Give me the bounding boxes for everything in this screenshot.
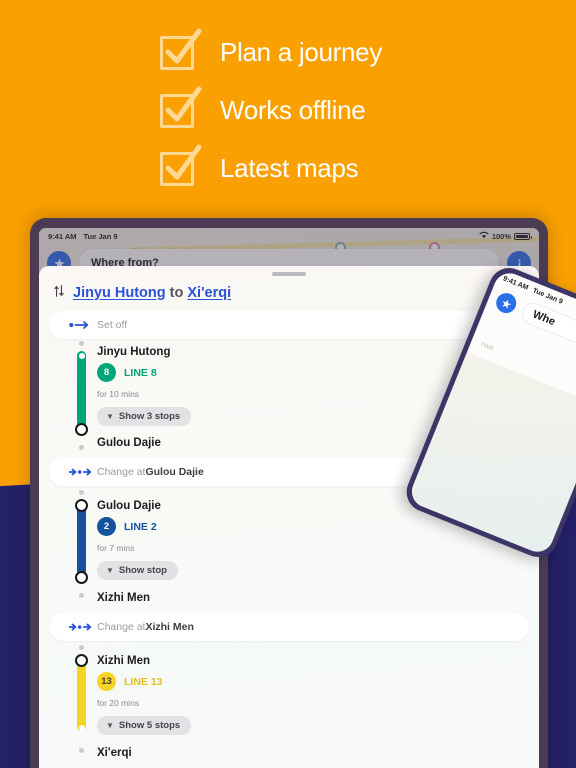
phone-search-input[interactable]: Whe — [518, 299, 576, 365]
swap-vertical-icon[interactable] — [53, 284, 65, 301]
show-stops-label: Show 3 stops — [118, 411, 181, 422]
leg-rail-cap — [78, 353, 85, 359]
chevron-down-icon: ▼ — [106, 412, 114, 421]
change-arrows-icon — [69, 622, 95, 632]
line-badge: 2 — [97, 517, 116, 536]
show-stops-label: Show 5 stops — [118, 720, 181, 731]
depart-label: Set off — [97, 319, 128, 331]
show-stops-button[interactable]: ▼ Show 3 stops — [97, 407, 192, 426]
depart-arrow-icon — [69, 320, 91, 330]
change-station: Xizhi Men — [145, 621, 194, 633]
feature-label: Plan a journey — [220, 36, 383, 67]
show-stops-button[interactable]: ▼ Show stop — [97, 561, 178, 580]
change-station: Gulou Dajie — [145, 466, 204, 478]
leg-start-marker — [75, 654, 88, 667]
line-name: LINE 8 — [124, 366, 157, 379]
leg-rail-cap — [78, 725, 85, 731]
feature-item: Works offline — [158, 86, 418, 132]
chevron-down-icon: ▼ — [106, 721, 114, 730]
change-prefix: Change at — [97, 466, 146, 478]
depart-row[interactable]: Set off — [49, 311, 529, 339]
show-stops-button[interactable]: ▼ Show 5 stops — [97, 716, 192, 735]
phone-map-label: nwa — [479, 340, 495, 353]
leg-guide-dot — [79, 593, 84, 598]
leg-line-row: 13 LINE 13 — [97, 672, 529, 691]
feature-checklist: Plan a journey Works offline Latest maps — [0, 28, 576, 190]
leg-destination-station: Xizhi Men — [97, 592, 151, 604]
leg-duration: for 20 mins — [97, 698, 140, 708]
leg-guide-dot — [79, 445, 84, 450]
change-prefix: Change at — [97, 621, 146, 633]
leg-end-marker — [75, 571, 88, 584]
journey-leg: Xizhi Men 13 LINE 13 for 20 mins ▼ Show … — [49, 641, 529, 760]
line-badge: 8 — [97, 363, 116, 382]
checkbox-checked-icon — [158, 28, 202, 74]
phone-status-time: 9:41 AM — [501, 275, 530, 292]
show-stops-label: Show stop — [118, 565, 167, 576]
leg-guide-dot — [79, 748, 84, 753]
route-origin-link[interactable]: Jinyu Hutong — [73, 285, 166, 301]
checkbox-checked-icon — [158, 144, 202, 190]
line-name: LINE 2 — [124, 520, 157, 533]
chevron-down-icon: ▼ — [106, 566, 114, 575]
leg-origin-station: Xizhi Men — [97, 655, 151, 667]
checkbox-checked-icon — [158, 86, 202, 132]
route-connector: to — [165, 284, 188, 301]
line-name: LINE 13 — [124, 675, 163, 688]
route-header: Jinyu Hutong to Xi'erqi — [39, 276, 539, 301]
promo-screenshot: Plan a journey Works offline Latest maps — [0, 0, 576, 768]
leg-end-marker — [75, 423, 88, 436]
feature-label: Latest maps — [220, 152, 359, 183]
locate-icon[interactable] — [493, 290, 520, 317]
line-badge: 13 — [97, 672, 116, 691]
leg-start-marker — [75, 499, 88, 512]
route-destination-link[interactable]: Xi'erqi — [187, 285, 231, 301]
change-arrows-icon — [69, 467, 95, 477]
leg-destination-station: Xi'erqi — [97, 747, 132, 759]
feature-item: Plan a journey — [158, 28, 418, 74]
change-row[interactable]: Change at Xizhi Men — [49, 613, 529, 641]
feature-item: Latest maps — [158, 144, 418, 190]
leg-duration: for 7 mins — [97, 543, 135, 553]
feature-label: Works offline — [220, 94, 366, 125]
